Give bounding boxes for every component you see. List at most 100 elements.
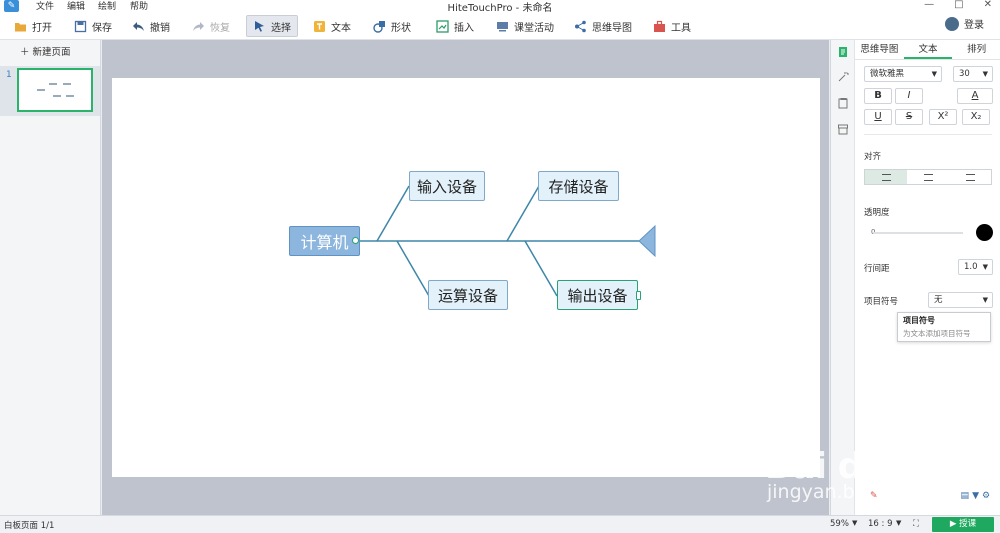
- menu-edit[interactable]: 编辑: [67, 0, 85, 12]
- whiteboard[interactable]: 计算机 输入设备 存储设备 运算设备 输出设备: [112, 78, 820, 477]
- insert-label: 插入: [454, 22, 474, 34]
- present-label: 授课: [959, 519, 977, 529]
- shape-tool-button[interactable]: 形状: [367, 15, 417, 37]
- book-icon[interactable]: ▤: [961, 491, 970, 501]
- underline-button[interactable]: U: [864, 109, 892, 125]
- login-label: 登录: [964, 20, 984, 31]
- save-icon: [74, 20, 87, 32]
- magic-wand-icon[interactable]: [837, 71, 849, 83]
- status-bar: 白板页面 1/1 59% ▼ 16 : 9 ▼ ⛶ ▶ 授课: [0, 515, 1000, 533]
- font-family-select[interactable]: 微软雅黑 ▼: [864, 66, 942, 82]
- thumb-mark: [49, 83, 57, 85]
- open-button[interactable]: 打开: [8, 15, 58, 37]
- fullscreen-icon[interactable]: ⛶: [913, 519, 919, 529]
- mindmap-node-output[interactable]: 输出设备: [557, 280, 638, 310]
- node-resize-handle[interactable]: [636, 291, 641, 300]
- line-spacing-select[interactable]: 1.0 ▼: [958, 259, 993, 275]
- alignment-group: [864, 169, 992, 185]
- redo-button[interactable]: 恢复: [186, 15, 236, 37]
- page-thumbnail[interactable]: [17, 68, 93, 112]
- thumb-mark: [66, 95, 74, 97]
- settings-icon[interactable]: ⚙: [982, 491, 990, 501]
- text-icon: [314, 20, 325, 32]
- select-tool-label: 选择: [271, 22, 291, 34]
- mindmap-icon: [575, 20, 586, 32]
- app-logo-icon: ✎: [4, 0, 19, 12]
- minimize-button[interactable]: —: [924, 0, 934, 10]
- align-label: 对齐: [864, 152, 882, 162]
- tab-text[interactable]: 文本: [903, 40, 953, 59]
- node-connect-handle[interactable]: [352, 237, 359, 244]
- chevron-down-icon: ▼: [982, 296, 988, 304]
- mindmap-button[interactable]: 思维导图: [568, 15, 638, 37]
- page-info: 白板页面 1/1: [4, 521, 55, 531]
- archive-icon[interactable]: [837, 123, 849, 135]
- side-tab-strip: [830, 40, 854, 515]
- main-toolbar: 打开 保存 撤销 恢复 选择 文本 形状 插入 课堂活动 思维导图 工具 登录: [0, 12, 1000, 40]
- select-tool-button[interactable]: 选择: [246, 15, 298, 37]
- page-number: 1: [6, 70, 12, 80]
- folder-icon: [15, 22, 26, 31]
- tab-mindmap[interactable]: 思维导图: [855, 40, 904, 59]
- mindmap-node-compute[interactable]: 运算设备: [428, 280, 508, 310]
- classroom-activity-button[interactable]: 课堂活动: [490, 15, 560, 37]
- shape-icon: [373, 20, 385, 33]
- line-spacing-label: 行间距: [864, 264, 890, 274]
- tooltip-title: 项目符号: [903, 316, 935, 325]
- text-tool-label: 文本: [331, 22, 351, 34]
- ratio-dropdown-icon[interactable]: ▼: [896, 519, 901, 527]
- cursor-icon: [255, 20, 264, 32]
- login-button[interactable]: 登录: [945, 16, 984, 31]
- bold-button[interactable]: B: [864, 88, 892, 104]
- menu-file[interactable]: 文件: [36, 0, 54, 12]
- thumb-mark: [53, 95, 61, 97]
- new-page-button[interactable]: ＋ 新建页面: [20, 44, 71, 58]
- undo-icon: [133, 21, 144, 31]
- insert-button[interactable]: 插入: [430, 15, 480, 37]
- menu-draw[interactable]: 绘制: [98, 0, 116, 12]
- chevron-down-icon: ▼: [931, 70, 937, 78]
- font-family-value: 微软雅黑: [870, 69, 905, 79]
- thumb-mark: [37, 89, 45, 91]
- superscript-button[interactable]: X²: [929, 109, 957, 125]
- bullet-select[interactable]: 无 ▼: [928, 292, 993, 308]
- strikethrough-button[interactable]: S: [895, 109, 923, 125]
- mindmap-node-input[interactable]: 输入设备: [409, 171, 485, 201]
- text-tool-button[interactable]: 文本: [307, 15, 357, 37]
- align-left-button[interactable]: [865, 170, 907, 184]
- redo-icon: [193, 21, 204, 31]
- pages-icon[interactable]: [837, 97, 849, 109]
- save-button[interactable]: 保存: [68, 15, 118, 37]
- properties-panel: 思维导图 文本 排列 微软雅黑 ▼ 30 ▼ B I A U S X² X₂ 对…: [854, 40, 1000, 515]
- paint-icon[interactable]: ✎: [870, 491, 878, 501]
- toolbox-icon: [654, 20, 665, 32]
- aspect-ratio[interactable]: 16 : 9: [868, 519, 893, 529]
- font-color-button[interactable]: A: [957, 88, 993, 104]
- align-center-button[interactable]: [907, 170, 949, 184]
- mini-toolbar: ✎ ▤ ▼ ⚙: [870, 491, 990, 501]
- divider: [864, 134, 992, 135]
- present-button[interactable]: ▶ 授课: [932, 517, 994, 532]
- zoom-dropdown-icon[interactable]: ▼: [852, 519, 857, 527]
- trash-icon[interactable]: ▼: [972, 491, 979, 501]
- menu-help[interactable]: 帮助: [130, 0, 148, 12]
- open-label: 打开: [32, 22, 52, 34]
- mindmap-node-storage[interactable]: 存储设备: [538, 171, 619, 201]
- color-picker[interactable]: [976, 224, 993, 241]
- font-size-select[interactable]: 30 ▼: [953, 66, 993, 82]
- chevron-down-icon: ▼: [982, 263, 988, 271]
- align-right-button[interactable]: [949, 170, 991, 184]
- maximize-button[interactable]: □: [954, 0, 963, 10]
- close-button[interactable]: ✕: [984, 0, 992, 10]
- zoom-level[interactable]: 59%: [830, 519, 849, 529]
- italic-button[interactable]: I: [895, 88, 923, 104]
- thumb-mark: [63, 83, 71, 85]
- undo-button[interactable]: 撤销: [126, 15, 176, 37]
- document-icon[interactable]: [837, 46, 849, 58]
- property-tabs: 思维导图 文本 排列: [855, 40, 1000, 60]
- subscript-button[interactable]: X₂: [962, 109, 990, 125]
- tab-arrange[interactable]: 排列: [952, 40, 1000, 59]
- opacity-slider[interactable]: [873, 232, 963, 234]
- tools-button[interactable]: 工具: [647, 15, 697, 37]
- mindmap-root-node[interactable]: 计算机: [289, 226, 360, 256]
